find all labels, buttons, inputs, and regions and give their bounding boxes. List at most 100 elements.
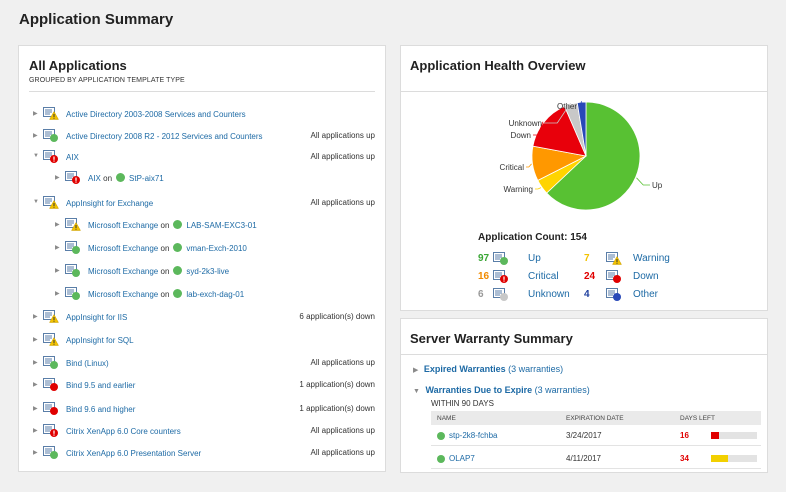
application-name-link[interactable]: Bind 9.6 and higher	[66, 405, 135, 414]
application-name-link[interactable]: AppInsight for Exchange	[66, 199, 153, 208]
tree-row[interactable]: ▶ Active Directory 2008 R2 - 2012 Servic…	[19, 129, 385, 143]
tree-child-row[interactable]: ▶ Microsoft Exchange on LAB-SAM-EXC3-01	[19, 218, 385, 232]
chevron-right-icon[interactable]: ▶	[33, 132, 38, 139]
tree-row[interactable]: ▶ Bind 9.6 and higher 1 application(s) do…	[19, 402, 385, 416]
tree-child-row[interactable]: ▶ AIX on StP-aix71	[19, 171, 385, 185]
tree-child-row[interactable]: ▶ Microsoft Exchange on vman-Exch-2010	[19, 241, 385, 255]
application-status-icon	[43, 196, 59, 209]
tree-row[interactable]: ▶ Citrix XenApp 6.0 Core counters All app…	[19, 424, 385, 438]
chevron-right-icon[interactable]: ▶	[33, 110, 38, 117]
application-status-text: 6 application(s) down	[299, 312, 375, 321]
panel-title: Application Health Overview	[410, 58, 586, 73]
panel-title: All Applications	[29, 58, 127, 73]
chevron-right-icon[interactable]: ▶	[55, 290, 60, 297]
tree-child-row[interactable]: ▶ Microsoft Exchange on syd-2k3-live	[19, 264, 385, 278]
legend-count: 24	[584, 271, 596, 282]
node-status-icon	[116, 173, 126, 182]
chevron-right-icon[interactable]: ▶	[33, 359, 38, 366]
application-status-text: All applications up	[310, 152, 375, 161]
divider	[29, 91, 375, 92]
application-name-link[interactable]: Bind (Linux)	[66, 359, 109, 368]
application-name-link[interactable]: AIX on	[88, 174, 112, 183]
server-name-link[interactable]: OLAP7	[449, 454, 475, 463]
application-name-link[interactable]: Microsoft Exchange on	[88, 267, 169, 276]
due-warranties-link[interactable]: Warranties Due to Expire	[425, 385, 532, 395]
legend-label[interactable]: Critical	[528, 271, 559, 282]
chevron-right-icon[interactable]: ▶	[33, 381, 38, 388]
application-name-link[interactable]: AIX	[66, 153, 79, 162]
node-name-link[interactable]: syd-2k3-live	[186, 267, 229, 276]
application-name-link[interactable]: Microsoft Exchange on	[88, 221, 169, 230]
application-name-link[interactable]: Active Directory 2008 R2 - 2012 Services…	[66, 132, 263, 141]
tree-child-row[interactable]: ▶ Microsoft Exchange on lab-exch-dag-01	[19, 287, 385, 301]
tree-row[interactable]: ▶ Bind 9.5 and earlier 1 application(s) d…	[19, 378, 385, 392]
page-title: Application Summary	[19, 11, 174, 28]
application-count: Application Count: 154	[478, 232, 587, 243]
application-name-link[interactable]: Microsoft Exchange on	[88, 244, 169, 253]
legend-label[interactable]: Other	[633, 289, 658, 300]
pie-label-leader-warning	[535, 187, 542, 190]
tree-row[interactable]: ▼ AppInsight for Exchange All application…	[19, 196, 385, 210]
node-name-link[interactable]: lab-exch-dag-01	[186, 290, 244, 299]
due-warranties-toggle[interactable]: ▼ Warranties Due to Expire (3 warranties…	[413, 385, 590, 395]
legend-label[interactable]: Warning	[633, 253, 670, 264]
expired-warranties-toggle[interactable]: ▶ Expired Warranties (3 warranties)	[413, 364, 563, 374]
health-pie-chart[interactable]: Up Warning Critical Down Unknown Other	[401, 92, 767, 232]
column-header-expiration[interactable]: EXPIRATION DATE	[566, 415, 624, 422]
on-text: on	[158, 221, 170, 230]
tree-row[interactable]: ▶ Bind (Linux) All applications up	[19, 356, 385, 370]
chevron-down-icon[interactable]: ▼	[33, 153, 39, 159]
node-name-link[interactable]: StP-aix71	[129, 174, 164, 183]
legend-count: 97	[478, 253, 490, 264]
application-status-icon	[43, 310, 59, 323]
chevron-right-icon[interactable]: ▶	[55, 221, 60, 228]
node-name-link[interactable]: LAB-SAM-EXC3-01	[186, 221, 256, 230]
other-status-icon	[606, 288, 622, 301]
pie-label-leader-critical	[526, 163, 532, 168]
on-text: on	[158, 290, 170, 299]
tree-row[interactable]: ▶ AppInsight for IIS 6 application(s) dow…	[19, 310, 385, 324]
application-status-text: 1 application(s) down	[299, 404, 375, 413]
application-status-icon	[43, 378, 59, 391]
legend-label[interactable]: Unknown	[528, 289, 570, 300]
application-name-link[interactable]: Microsoft Exchange on	[88, 290, 169, 299]
chevron-right-icon[interactable]: ▶	[33, 427, 38, 434]
tree-row[interactable]: ▶ AppInsight for SQL	[19, 333, 385, 347]
legend-label[interactable]: Down	[633, 271, 659, 282]
application-name-link[interactable]: Bind 9.5 and earlier	[66, 381, 135, 390]
application-name-link[interactable]: Citrix XenApp 6.0 Presentation Server	[66, 449, 201, 458]
expiration-date: 3/24/2017	[566, 431, 602, 440]
chevron-right-icon[interactable]: ▶	[33, 449, 38, 456]
application-status-icon	[43, 424, 59, 437]
due-warranties-count: (3 warranties)	[534, 385, 590, 395]
node-name-link[interactable]: vman-Exch-2010	[186, 244, 246, 253]
chevron-right-icon[interactable]: ▶	[55, 174, 60, 181]
legend-label[interactable]: Up	[528, 253, 541, 264]
chevron-right-icon[interactable]: ▶	[33, 313, 38, 320]
application-name-link[interactable]: AppInsight for IIS	[66, 313, 127, 322]
application-status-text: All applications up	[310, 426, 375, 435]
chevron-right-icon[interactable]: ▶	[33, 336, 38, 343]
chevron-right-icon[interactable]: ▶	[55, 267, 60, 274]
chevron-right-icon[interactable]: ▶	[55, 244, 60, 251]
application-status-text: All applications up	[310, 198, 375, 207]
chevron-down-icon[interactable]: ▼	[33, 199, 39, 205]
server-name-link[interactable]: stp-2k8-fchba	[449, 431, 497, 440]
tree-row[interactable]: ▼ AIX All applications up	[19, 150, 385, 164]
application-name-link[interactable]: AppInsight for SQL	[66, 336, 134, 345]
chevron-right-icon[interactable]: ▶	[33, 405, 38, 412]
warranty-row[interactable]: stp-2k8-fchba 3/24/2017 16	[431, 427, 761, 446]
application-name-link[interactable]: Citrix XenApp 6.0 Core counters	[66, 427, 181, 436]
on-text: on	[100, 174, 113, 183]
application-status-text: All applications up	[310, 448, 375, 457]
pie-label-critical: Critical	[500, 163, 525, 172]
warranty-row[interactable]: OLAP7 4/11/2017 34	[431, 450, 761, 469]
tree-row[interactable]: ▶ Citrix XenApp 6.0 Presentation Server A…	[19, 446, 385, 460]
column-header-name[interactable]: NAME	[437, 415, 456, 422]
days-left-bar	[711, 432, 757, 439]
expired-warranties-link[interactable]: Expired Warranties	[424, 364, 506, 374]
column-header-days-left[interactable]: DAYS LEFT	[680, 415, 715, 422]
application-name-link[interactable]: Active Directory 2003-2008 Services and …	[66, 110, 246, 119]
tree-row[interactable]: ▶ Active Directory 2003-2008 Services an…	[19, 107, 385, 121]
pie-label-down: Down	[511, 131, 531, 140]
